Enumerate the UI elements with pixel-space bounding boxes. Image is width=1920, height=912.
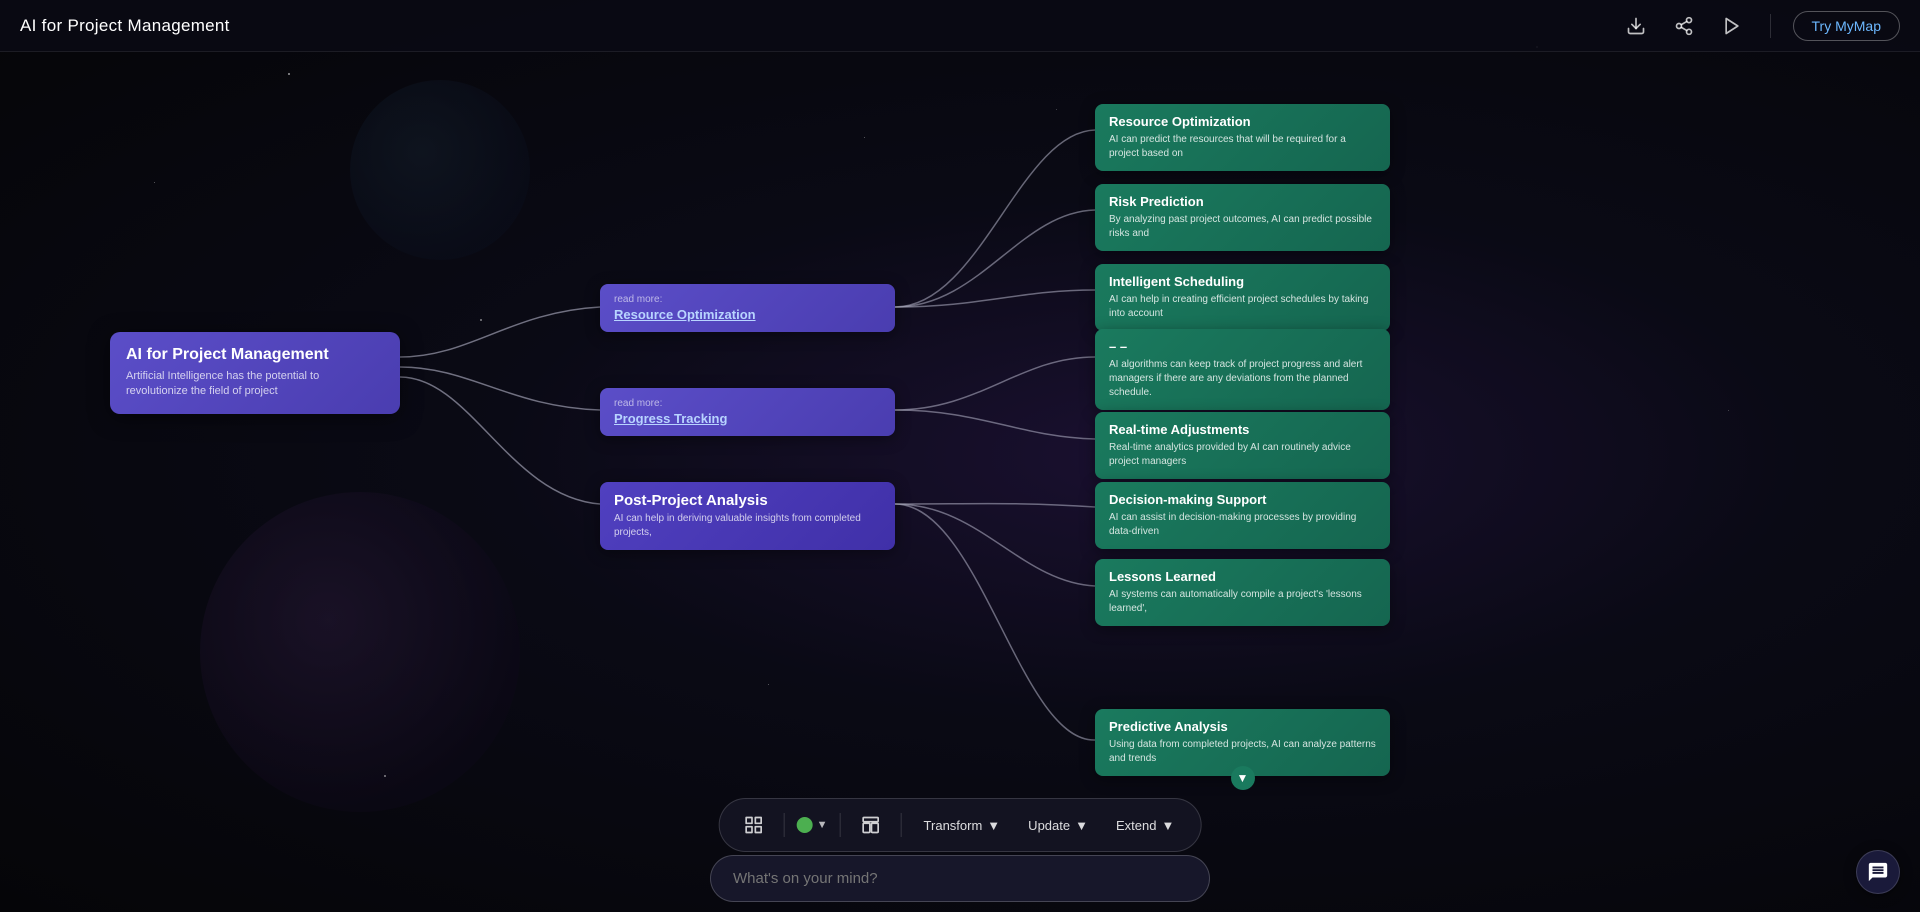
download-button[interactable] [1620,10,1652,42]
color-chevron-icon: ▼ [817,819,828,831]
leaf-title-realtime-adjustments: Real-time Adjustments [1109,422,1376,437]
chat-support-button[interactable] [1856,850,1900,894]
branch-node-title-1[interactable]: Resource Optimization [614,307,881,322]
connections-svg [0,52,1920,912]
leaf-node-risk-prediction[interactable]: Risk Prediction By analyzing past projec… [1095,184,1390,251]
leaf-title-progress-tracking: – – [1109,339,1376,354]
leaf-node-predictive-analysis[interactable]: Predictive Analysis Using data from comp… [1095,709,1390,776]
mindmap-canvas: AI for Project Management Artificial Int… [0,52,1920,912]
update-dropdown-button[interactable]: Update ▼ [1018,813,1098,838]
branch-node-post-project[interactable]: Post-Project Analysis AI can help in der… [600,482,895,550]
leaf-desc-progress-tracking: AI algorithms can keep track of project … [1109,358,1376,400]
central-node[interactable]: AI for Project Management Artificial Int… [110,332,400,414]
leaf-desc-realtime-adjustments: Real-time analytics provided by AI can r… [1109,441,1376,469]
extend-dropdown-button[interactable]: Extend ▼ [1106,813,1184,838]
bottom-toolbar: ▼ Transform ▼ Update ▼ Extend ▼ [719,798,1202,852]
toolbar-sep-1 [784,813,785,837]
update-label: Update [1028,818,1070,833]
leaf-desc-lessons-learned: AI systems can automatically compile a p… [1109,588,1376,616]
update-chevron-icon: ▼ [1075,818,1088,833]
toolbar-sep-2 [840,813,841,837]
leaf-node-realtime-adjustments[interactable]: Real-time Adjustments Real-time analytic… [1095,412,1390,479]
extend-chevron-icon: ▼ [1161,818,1174,833]
leaf-node-decision-making[interactable]: Decision-making Support AI can assist in… [1095,482,1390,549]
leaf-node-intelligent-scheduling[interactable]: Intelligent Scheduling AI can help in cr… [1095,264,1390,331]
leaf-title-predictive-analysis: Predictive Analysis [1109,719,1376,734]
leaf-desc-resource-opt: AI can predict the resources that will b… [1109,133,1376,161]
share-button[interactable] [1668,10,1700,42]
layout-icon-button[interactable] [853,807,889,843]
leaf-desc-risk-prediction: By analyzing past project outcomes, AI c… [1109,213,1376,241]
leaf-desc-intelligent-scheduling: AI can help in creating efficient projec… [1109,293,1376,321]
branch-node-title-2[interactable]: Progress Tracking [614,411,881,426]
branch-node-resource-opt[interactable]: read more: Resource Optimization [600,284,895,332]
central-node-title: AI for Project Management [126,346,384,364]
chat-input-container [710,855,1210,902]
leaf-node-progress-tracking[interactable]: – – AI algorithms can keep track of proj… [1095,329,1390,410]
app-title: AI for Project Management [20,16,230,36]
central-node-desc: Artificial Intelligence has the potentia… [126,369,384,400]
header: AI for Project Management Try MyMap [0,0,1920,52]
branch-node-title-3[interactable]: Post-Project Analysis [614,492,881,509]
transform-chevron-icon: ▼ [987,818,1000,833]
chat-input[interactable] [710,855,1210,902]
leaf-node-lessons-learned[interactable]: Lessons Learned AI systems can automatic… [1095,559,1390,626]
play-button[interactable] [1716,10,1748,42]
expand-indicator[interactable]: ▼ [1231,766,1255,790]
view-icon-button[interactable] [736,807,772,843]
branch-node-read-more-1: read more: [614,294,881,305]
leaf-title-resource-opt: Resource Optimization [1109,114,1376,129]
header-actions: Try MyMap [1620,10,1900,42]
transform-dropdown-button[interactable]: Transform ▼ [914,813,1011,838]
branch-node-progress-track[interactable]: read more: Progress Tracking [600,388,895,436]
leaf-title-decision-making: Decision-making Support [1109,492,1376,507]
branch-node-read-more-2: read more: [614,398,881,409]
color-picker-button[interactable]: ▼ [797,817,828,833]
try-mymap-button[interactable]: Try MyMap [1793,11,1900,41]
header-separator [1770,14,1771,38]
leaf-title-intelligent-scheduling: Intelligent Scheduling [1109,274,1376,289]
toolbar-sep-3 [901,813,902,837]
leaf-desc-decision-making: AI can assist in decision-making process… [1109,511,1376,539]
leaf-title-lessons-learned: Lessons Learned [1109,569,1376,584]
leaf-node-resource-opt[interactable]: Resource Optimization AI can predict the… [1095,104,1390,171]
leaf-desc-predictive-analysis: Using data from completed projects, AI c… [1109,738,1376,766]
transform-label: Transform [924,818,983,833]
color-dot [797,817,813,833]
branch-node-desc-3: AI can help in deriving valuable insight… [614,512,881,540]
leaf-title-risk-prediction: Risk Prediction [1109,194,1376,209]
extend-label: Extend [1116,818,1156,833]
